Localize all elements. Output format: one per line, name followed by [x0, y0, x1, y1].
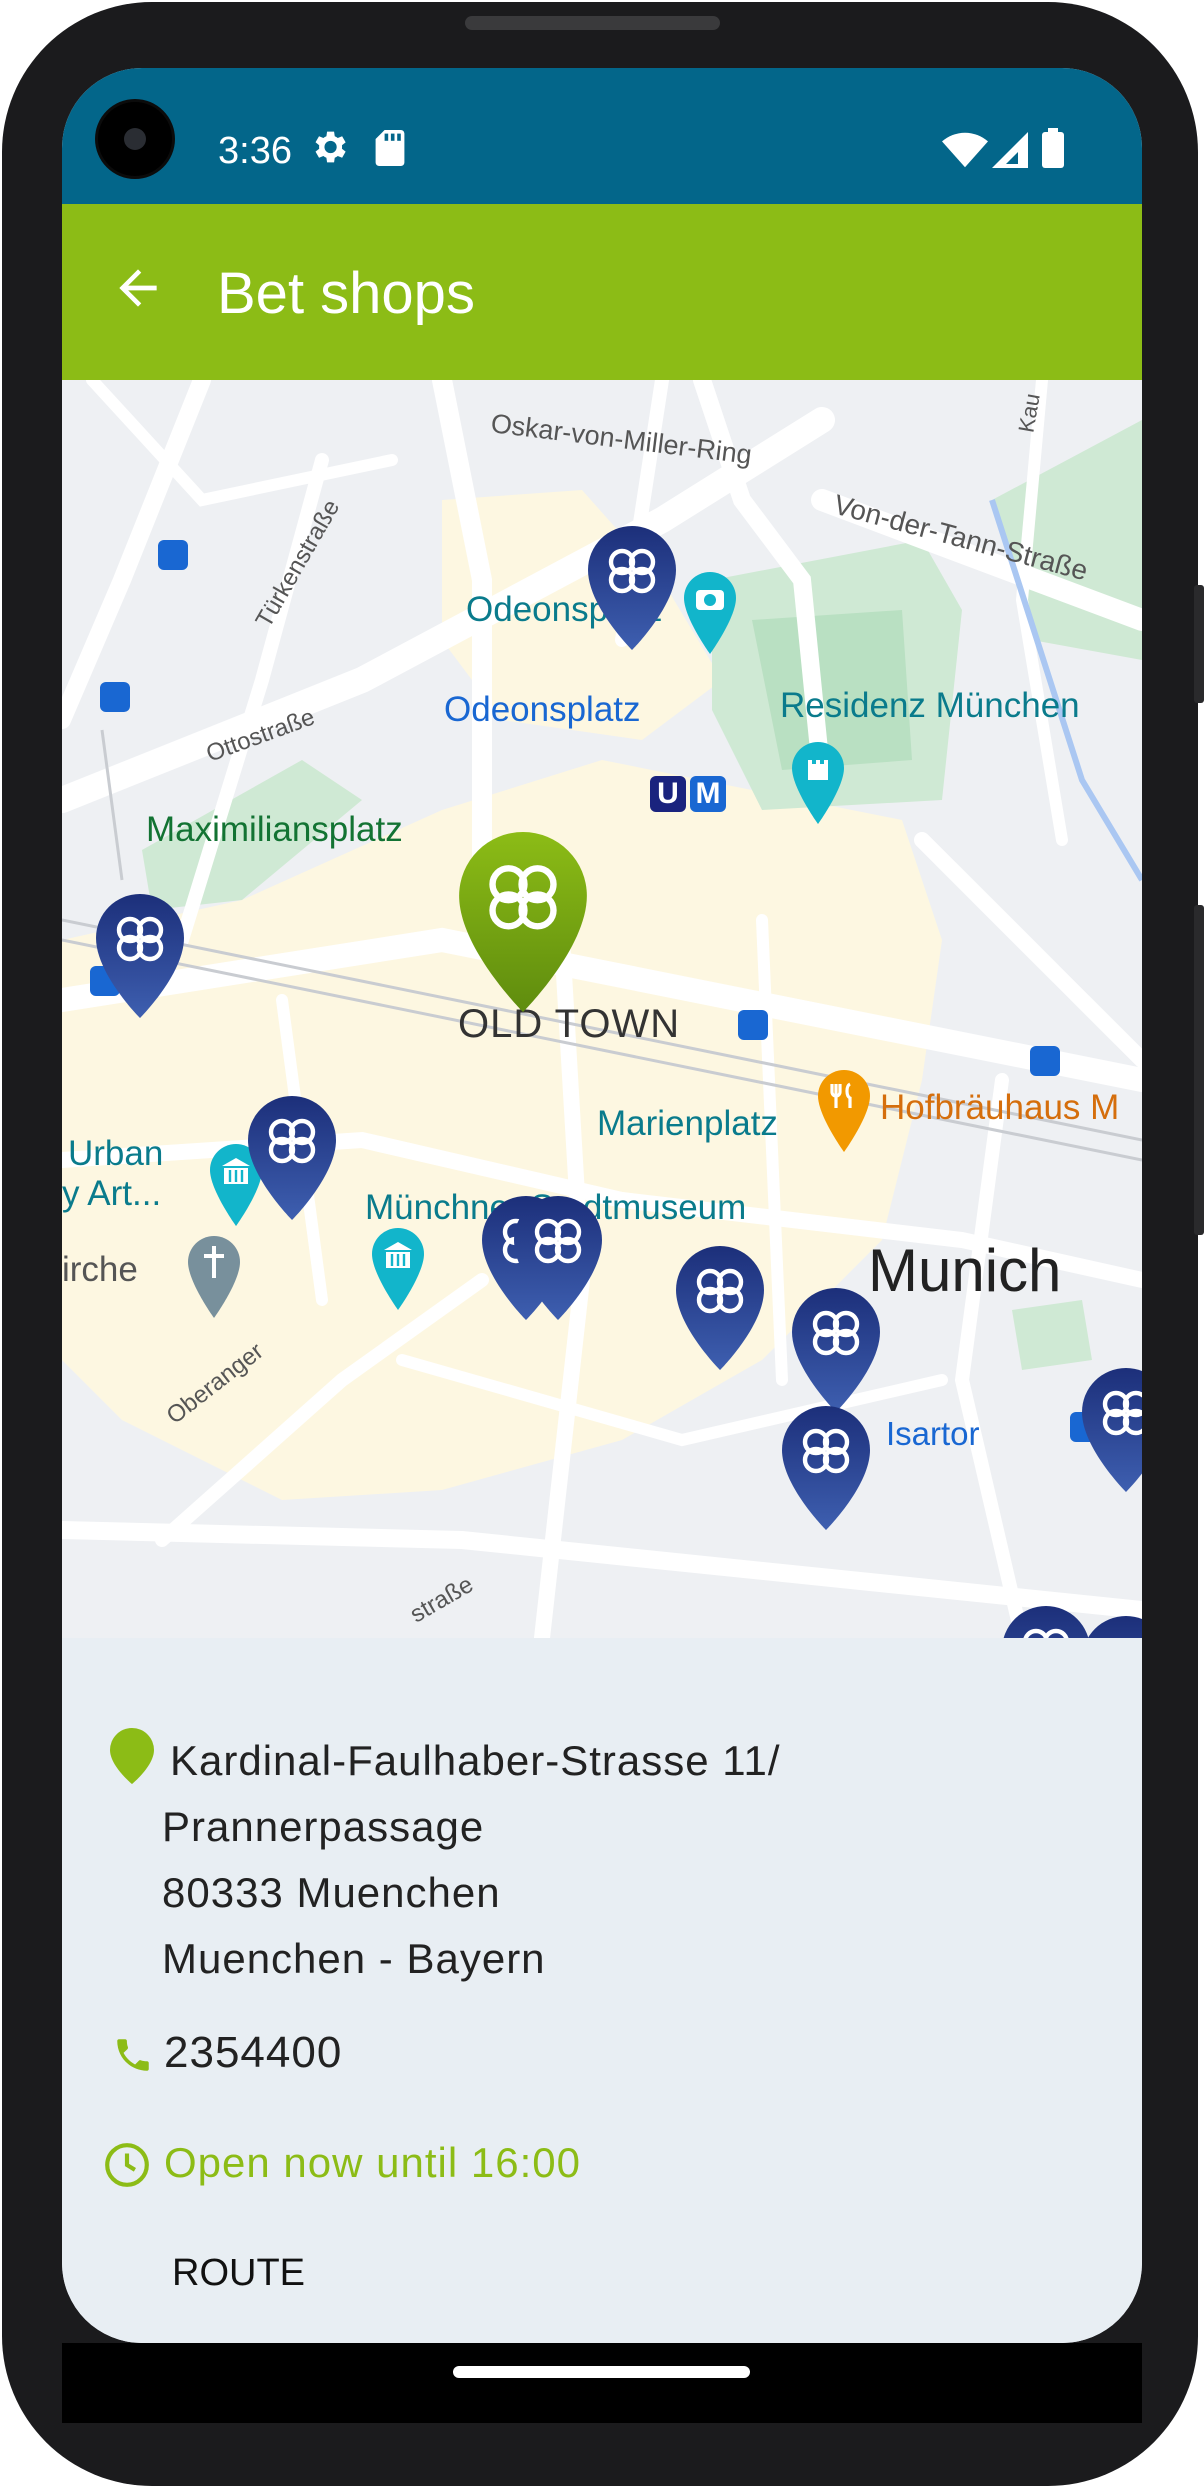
- bet-shop-pin-icon[interactable]: [1082, 1616, 1142, 1638]
- map-label-city: Munich: [868, 1237, 1062, 1304]
- navigation-bar: [62, 2343, 1142, 2423]
- castle-poi-icon[interactable]: [792, 742, 844, 824]
- tram-stop-icon[interactable]: [738, 1010, 768, 1040]
- map-label-station: Isartor: [886, 1415, 980, 1452]
- phone-icon: [117, 2039, 149, 2071]
- address-line: Kardinal-Faulhaber-Strasse 11/: [170, 1737, 781, 1784]
- bet-shop-pin-icon[interactable]: [1002, 1606, 1090, 1638]
- sd-card-icon: [375, 130, 405, 166]
- shop-details-panel: Kardinal-Faulhaber-Strasse 11/ Prannerpa…: [62, 1638, 1142, 2343]
- map-view[interactable]: Oskar-von-Miller-Ring Von-der-Tann-Straß…: [62, 380, 1142, 1638]
- phone-frame: 3:36 Bet shops Oskar-von-Miller-Ring Von…: [0, 0, 1204, 2491]
- bet-shop-pin-icon[interactable]: [792, 1288, 880, 1412]
- bet-shop-pin-icon[interactable]: [676, 1246, 764, 1370]
- status-bar: 3:36: [62, 68, 1142, 204]
- tram-stop-icon[interactable]: [100, 682, 130, 712]
- restaurant-poi-icon[interactable]: [818, 1070, 870, 1152]
- bet-shop-pin-icon[interactable]: [514, 1196, 602, 1320]
- bet-shop-pin-icon[interactable]: [96, 894, 184, 1018]
- page-title: Bet shops: [217, 261, 475, 326]
- home-gesture-handle[interactable]: [453, 2366, 750, 2378]
- map-label-park: Maximiliansplatz: [146, 810, 403, 849]
- map-label-poi: Marienplatz: [597, 1104, 778, 1143]
- front-camera: [98, 102, 172, 176]
- volume-button: [1194, 585, 1204, 703]
- camera-poi-icon[interactable]: [684, 572, 736, 654]
- shop-address: Kardinal-Faulhaber-Strasse 11/ Prannerpa…: [162, 1728, 781, 1992]
- museum-poi-icon[interactable]: [372, 1228, 424, 1310]
- screen: 3:36 Bet shops Oskar-von-Miller-Ring Von…: [62, 68, 1142, 2343]
- speaker-grille: [465, 16, 720, 30]
- map-label-poi: Urban: [68, 1134, 164, 1173]
- opening-hours: Open now until 16:00: [164, 2139, 581, 2186]
- map-label-poi: irche: [62, 1250, 138, 1289]
- map-label-poi: Hofbräuhaus M: [880, 1088, 1120, 1127]
- map-label-station: Odeonsplatz: [444, 690, 641, 729]
- bet-shop-pin-icon[interactable]: [248, 1096, 336, 1220]
- church-poi-icon[interactable]: [188, 1236, 240, 1318]
- bet-shop-pin-icon[interactable]: [782, 1406, 870, 1530]
- tram-stop-icon[interactable]: [1030, 1046, 1060, 1076]
- metro-badge-icon[interactable]: M: [690, 776, 726, 812]
- address-line: 80333 Muenchen: [162, 1869, 501, 1916]
- power-button: [1194, 905, 1204, 1235]
- address-line: Muenchen - Bayern: [162, 1935, 546, 1982]
- map-label-poi: Residenz München: [780, 686, 1080, 725]
- arrow-back-icon[interactable]: [110, 260, 166, 316]
- signal-icon: [992, 132, 1028, 168]
- route-button[interactable]: ROUTE: [172, 2248, 305, 2298]
- map-label-poi: y Art...: [62, 1174, 162, 1213]
- app-bar: Bet shops: [62, 204, 1142, 380]
- battery-icon: [1042, 128, 1064, 168]
- clock-icon: [105, 2143, 149, 2187]
- selected-bet-shop-pin-icon[interactable]: [458, 832, 588, 1012]
- wifi-icon: [942, 132, 988, 168]
- bet-shop-pin-icon[interactable]: [1082, 1368, 1142, 1492]
- shop-phone[interactable]: 2354400: [164, 2023, 342, 2083]
- settings-gear-icon: [315, 131, 346, 163]
- status-time: 3:36: [218, 130, 292, 172]
- tram-stop-icon[interactable]: [158, 540, 188, 570]
- location-pin-icon: [110, 1728, 154, 1784]
- address-line: Prannerpassage: [162, 1803, 485, 1850]
- bet-shop-pin-icon[interactable]: [588, 526, 676, 650]
- metro-badge-icon[interactable]: U: [650, 776, 686, 812]
